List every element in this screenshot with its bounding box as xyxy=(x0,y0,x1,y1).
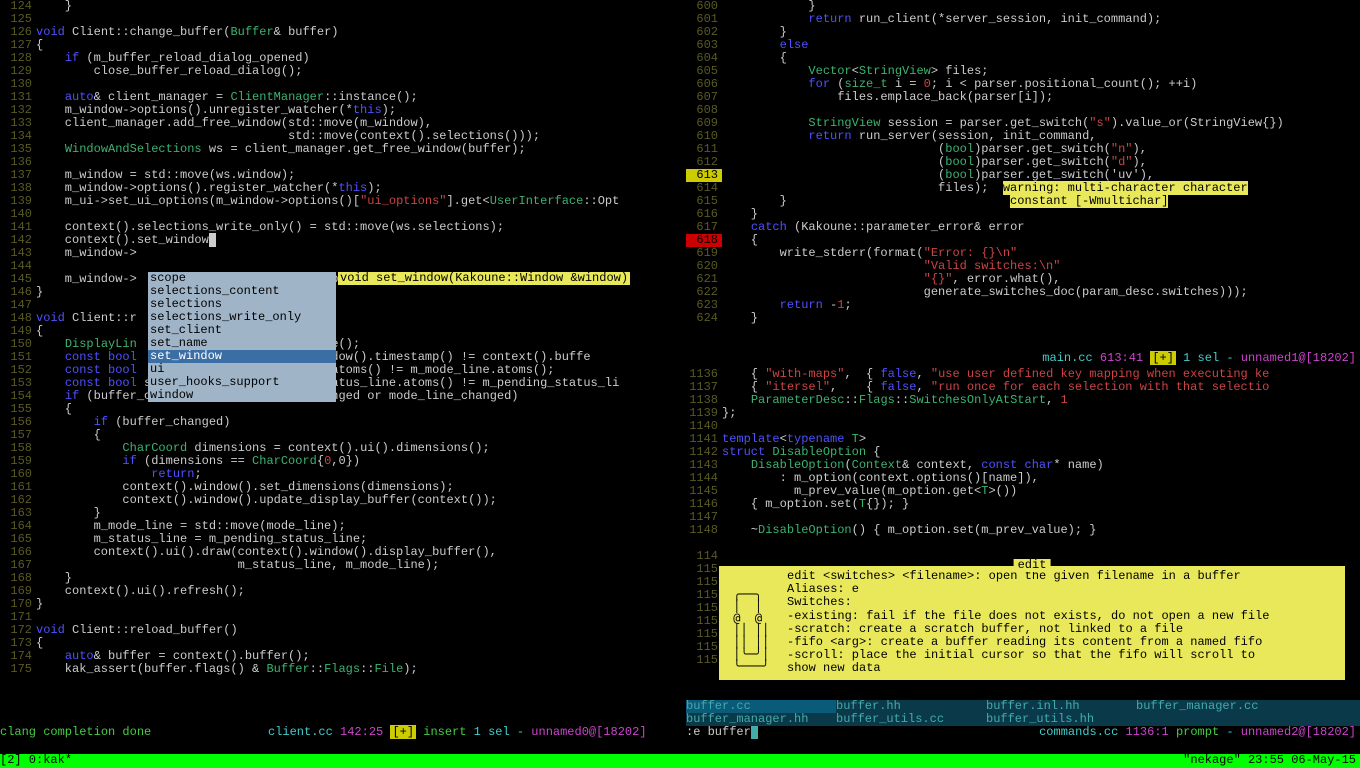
buffer-picker[interactable]: buffer.ccbuffer.hhbuffer.inl.hhbuffer_ma… xyxy=(686,700,1360,726)
code-line[interactable]: 139 m_ui->set_ui_options(m_window->optio… xyxy=(0,195,684,208)
clippy-icon: ╭──╮ │ │ @ @ ││ ││ ││ ││ │╰─╯│ ╰───╯ xyxy=(726,588,769,672)
tmux-clock: "nekage" 23:55 06-May-15 xyxy=(1183,754,1356,767)
bottom-right-editor-pane[interactable]: 1136 { "with-maps", { false, "use user d… xyxy=(686,368,1360,740)
signature-hint: void set_window(Kakoune::Window &window) xyxy=(338,272,630,285)
completion-popup[interactable]: scopeselections_contentselectionsselecti… xyxy=(148,272,336,402)
code-line[interactable]: 624 } xyxy=(686,312,1360,325)
code-line[interactable]: 154 if (buffer_changed or status_line_ch… xyxy=(0,390,684,403)
code-line[interactable]: 175 kak_assert(buffer.flags() & Buffer::… xyxy=(0,663,684,676)
code-line[interactable]: 615 } constant [-Wmultichar] xyxy=(686,195,1360,208)
help-title: edit xyxy=(1014,559,1051,572)
code-line[interactable]: 1138 ParameterDesc::Flags::SwitchesOnlyA… xyxy=(686,394,1360,407)
code-line[interactable]: 172void Client::reload_buffer() xyxy=(0,624,684,637)
completion-item[interactable]: set_window xyxy=(148,350,336,363)
code-line[interactable]: 601 return run_client(*server_session, i… xyxy=(686,13,1360,26)
code-line[interactable]: 617 catch (Kakoune::parameter_error& err… xyxy=(686,221,1360,234)
code-line[interactable]: 135 WindowAndSelections ws = client_mana… xyxy=(0,143,684,156)
help-line: -existing: fail if the file does not exi… xyxy=(787,610,1337,623)
buffer-item[interactable]: buffer_manager.cc xyxy=(1136,700,1286,713)
help-line: show new data xyxy=(787,662,1337,675)
code-line[interactable]: 146} xyxy=(0,286,684,299)
code-line[interactable]: 1139}; xyxy=(686,407,1360,420)
help-line: Aliases: e xyxy=(787,583,1337,596)
code-line[interactable]: 170} xyxy=(0,598,684,611)
code-line[interactable]: 607 files.emplace_back(parser[i]); xyxy=(686,91,1360,104)
help-line: edit <switches> <filename>: open the giv… xyxy=(787,570,1337,583)
code-line[interactable]: 124 } xyxy=(0,0,684,13)
code-line[interactable]: 169 context().ui().refresh(); xyxy=(0,585,684,598)
code-line[interactable]: 162 context().window().update_display_bu… xyxy=(0,494,684,507)
code-line[interactable]: 126void Client::change_buffer(Buffer& bu… xyxy=(0,26,684,39)
code-line[interactable]: 623 return -1; xyxy=(686,299,1360,312)
prompt-line[interactable]: :e buffer commands.cc 1136:1 prompt - un… xyxy=(686,726,1360,739)
tr-statusbar: main.cc 613:41 [+] 1 sel - unnamed1@[182… xyxy=(686,352,1360,366)
code-line[interactable]: 167 m_status_line, m_mode_line); xyxy=(0,559,684,572)
help-line: -scratch: create a scratch buffer, not l… xyxy=(787,623,1337,636)
help-popup: edit edit <switches> <filename>: open th… xyxy=(718,565,1346,681)
help-line: Switches: xyxy=(787,596,1337,609)
code-line[interactable]: 1148 ~DisableOption() { m_option.set(m_p… xyxy=(686,524,1360,537)
code-line[interactable]: 148void Client::r xyxy=(0,312,684,325)
code-line[interactable]: 129 close_buffer_reload_dialog(); xyxy=(0,65,684,78)
buffer-item[interactable]: buffer_utils.cc xyxy=(836,713,986,726)
prompt-cursor xyxy=(751,726,758,739)
completion-item[interactable]: window xyxy=(148,389,336,402)
code-line[interactable]: 1146 { m_option.set(T{}); } xyxy=(686,498,1360,511)
code-line[interactable]: 603 else xyxy=(686,39,1360,52)
top-right-editor-pane[interactable]: 600 }601 return run_client(*server_sessi… xyxy=(686,0,1360,366)
left-editor-pane[interactable]: 124 }125126void Client::change_buffer(Bu… xyxy=(0,0,684,740)
code-line[interactable]: 143 m_window-> xyxy=(0,247,684,260)
tmux-statusbar: [2] 0:kak* "nekage" 23:55 06-May-15 xyxy=(0,754,1360,768)
tmux-window-name: [2] 0:kak* xyxy=(0,753,72,767)
code-line[interactable]: 156 if (buffer_changed) xyxy=(0,416,684,429)
